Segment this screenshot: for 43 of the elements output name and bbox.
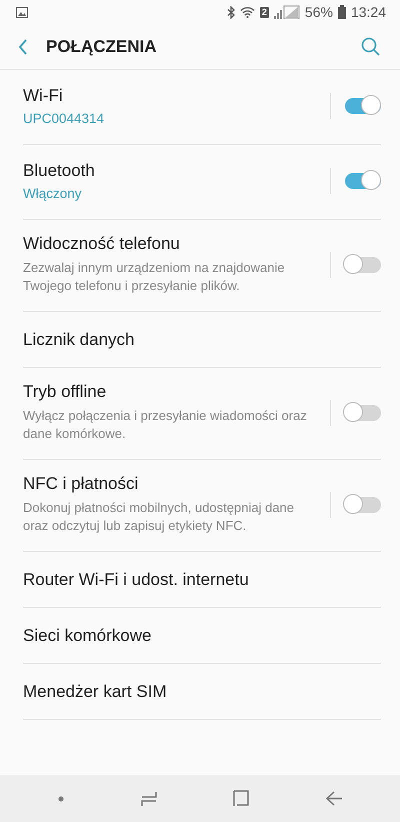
item-title: Menedżer kart SIM [23, 682, 168, 702]
settings-item[interactable]: Wi-Fi UPC0044314 [23, 70, 381, 145]
item-title: Bluetooth [23, 161, 96, 181]
back-icon[interactable] [18, 38, 28, 54]
home-icon[interactable] [233, 790, 250, 807]
settings-item[interactable]: Bluetooth Włączony [23, 145, 381, 220]
item-title: Sieci komórkowe [23, 626, 152, 646]
search-icon[interactable] [361, 37, 380, 56]
settings-item[interactable]: NFC i płatności Dokonuj płatności mobilnych, udostępniaj dane oraz odczytuj lub zapisuj etykiety NFC. [23, 460, 381, 552]
item-title: Tryb offline [23, 382, 108, 402]
toggle-switch[interactable] [345, 404, 381, 420]
settings-item[interactable]: Sieci komórkowe [23, 608, 381, 664]
item-title: Wi-Fi [23, 86, 64, 106]
item-status: UPC0044314 [23, 111, 106, 126]
settings-item[interactable]: Router Wi-Fi i udost. internetu [23, 552, 381, 608]
item-status: Włączony [23, 186, 83, 201]
wifi-icon [240, 6, 255, 18]
settings-item[interactable]: Widoczność telefonu Zezwalaj innym urządzeniom na znajdowanie Twojego telefonu i przesyłanie plików. [23, 220, 381, 312]
recent-apps-icon[interactable] [140, 790, 157, 806]
dot-icon[interactable] [58, 796, 64, 802]
back-icon[interactable] [326, 791, 342, 806]
settings-item[interactable]: Menedżer kart SIM [23, 664, 381, 720]
settings-item[interactable]: Licznik danych [23, 312, 381, 368]
battery-icon [338, 5, 346, 19]
item-title: Router Wi-Fi i udost. internetu [23, 570, 250, 590]
bluetooth-icon [226, 6, 235, 18]
settings-item[interactable]: Tryb offline Wyłącz połączenia i przesyłanie wiadomości oraz dane komórkowe. [23, 368, 381, 460]
item-title: NFC i płatności [23, 474, 140, 494]
sim-badge: 2 [260, 6, 269, 18]
image-icon [16, 6, 28, 18]
toggle-switch[interactable] [345, 173, 381, 189]
toggle-switch[interactable] [345, 98, 381, 114]
signal-icon [274, 5, 300, 19]
clock: 13:24 [350, 4, 386, 20]
toggle-switch[interactable] [345, 256, 381, 272]
item-description: Dokonuj płatności mobilnych, udostępniaj dane oraz odczytuj lub zapisuj etykiety NFC. [23, 499, 296, 535]
screen-title: POŁĄCZENIA [46, 36, 158, 56]
item-description: Wyłącz połączenia i przesyłanie wiadomości oraz dane komórkowe. [23, 407, 308, 443]
item-title: Widoczność telefonu [23, 234, 181, 254]
toggle-switch[interactable] [345, 496, 381, 512]
item-title: Licznik danych [23, 330, 136, 350]
item-description: Zezwalaj innym urządzeniom na znajdowanie Twojego telefonu i przesyłanie plików. [23, 259, 286, 295]
battery-percent: 56% [304, 4, 333, 20]
